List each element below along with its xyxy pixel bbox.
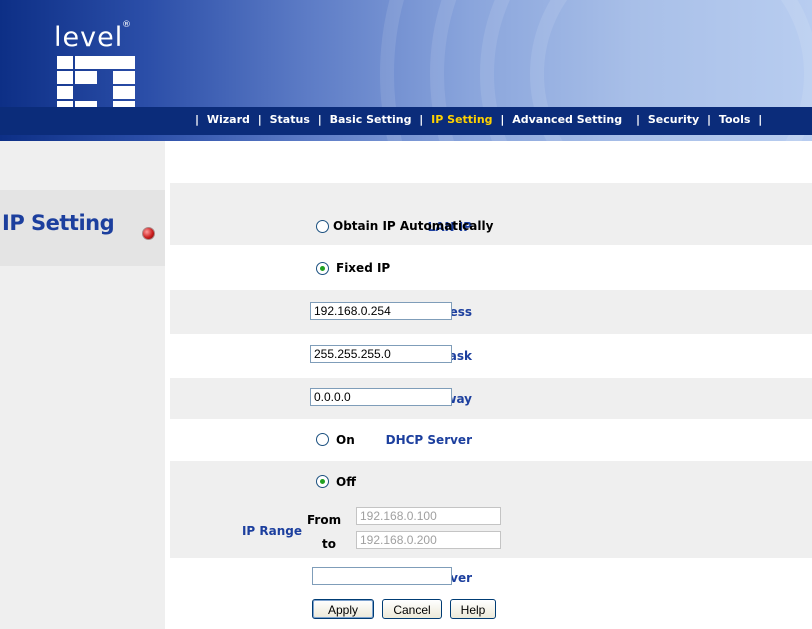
- cancel-button[interactable]: Cancel: [382, 599, 442, 619]
- nav-item-status[interactable]: Status: [270, 113, 310, 126]
- dns-server-row: DNS Server: [170, 558, 812, 596]
- logo-registered-mark: ®: [122, 20, 131, 30]
- nav-separator: |: [707, 113, 712, 126]
- page-title: IP Setting: [2, 211, 115, 235]
- lan-ip-auto-label: Obtain IP Automatically: [333, 219, 494, 233]
- gateway-input[interactable]: [310, 388, 452, 406]
- button-row: Apply Cancel Help: [170, 596, 812, 629]
- nav-item-ip-setting[interactable]: IP Setting: [431, 113, 492, 126]
- dns-server-input[interactable]: [312, 567, 452, 585]
- ip-range-label: IP Range: [241, 524, 302, 538]
- ip-range-from-input[interactable]: [356, 507, 501, 525]
- apply-button[interactable]: Apply: [312, 599, 374, 619]
- ip-range-to-input[interactable]: [356, 531, 501, 549]
- nav-item-basic-setting[interactable]: Basic Setting: [330, 113, 412, 126]
- address-row: Address: [170, 290, 812, 334]
- nav-separator: |: [195, 113, 200, 126]
- dhcp-server-row: DHCP Server On: [170, 419, 812, 461]
- main-nav-bar: | Wizard | Status | Basic Setting | IP S…: [0, 107, 812, 135]
- dhcp-off-row: Off: [170, 461, 812, 503]
- subnet-mask-input[interactable]: [310, 345, 452, 363]
- lan-ip-auto-radio[interactable]: [316, 220, 329, 233]
- address-input[interactable]: [310, 302, 452, 320]
- ip-range-from-label: From: [307, 513, 342, 527]
- nav-item-security[interactable]: Security: [648, 113, 699, 126]
- help-button[interactable]: Help: [450, 599, 496, 619]
- logo-grid-icon: [57, 56, 135, 112]
- page-title-bullet-icon: [142, 227, 155, 240]
- header-banner: level ® one | Wizard | Status | Basic Se…: [0, 0, 812, 141]
- nav-item-wizard[interactable]: Wizard: [207, 113, 250, 126]
- dhcp-off-label: Off: [336, 475, 356, 489]
- nav-separator: |: [419, 113, 424, 126]
- ip-range-row: IP Range From to: [170, 503, 812, 558]
- lan-ip-row: LAN IP Obtain IP Automatically: [170, 183, 812, 245]
- subnet-mask-row: Subnet Mask: [170, 334, 812, 378]
- nav-separator: |: [257, 113, 262, 126]
- logo-text-top: level: [54, 22, 124, 53]
- lan-ip-fixed-radio[interactable]: [316, 262, 329, 275]
- nav-separator: |: [317, 113, 322, 126]
- dhcp-on-radio[interactable]: [316, 433, 329, 446]
- nav-item-advanced-setting[interactable]: Advanced Setting: [512, 113, 622, 126]
- main-nav: | Wizard | Status | Basic Setting | IP S…: [195, 113, 766, 129]
- nav-separator: |: [758, 113, 763, 126]
- nav-item-tools[interactable]: Tools: [719, 113, 750, 126]
- dhcp-off-radio[interactable]: [316, 475, 329, 488]
- dhcp-server-label: DHCP Server: [385, 433, 472, 447]
- ip-range-to-label: to: [322, 537, 336, 551]
- fixed-ip-row: Fixed IP: [170, 245, 812, 290]
- nav-separator: |: [635, 113, 640, 126]
- gateway-row: Gateway: [170, 378, 812, 419]
- nav-separator: |: [500, 113, 505, 126]
- dhcp-on-label: On: [336, 433, 355, 447]
- lan-ip-fixed-label: Fixed IP: [336, 261, 391, 275]
